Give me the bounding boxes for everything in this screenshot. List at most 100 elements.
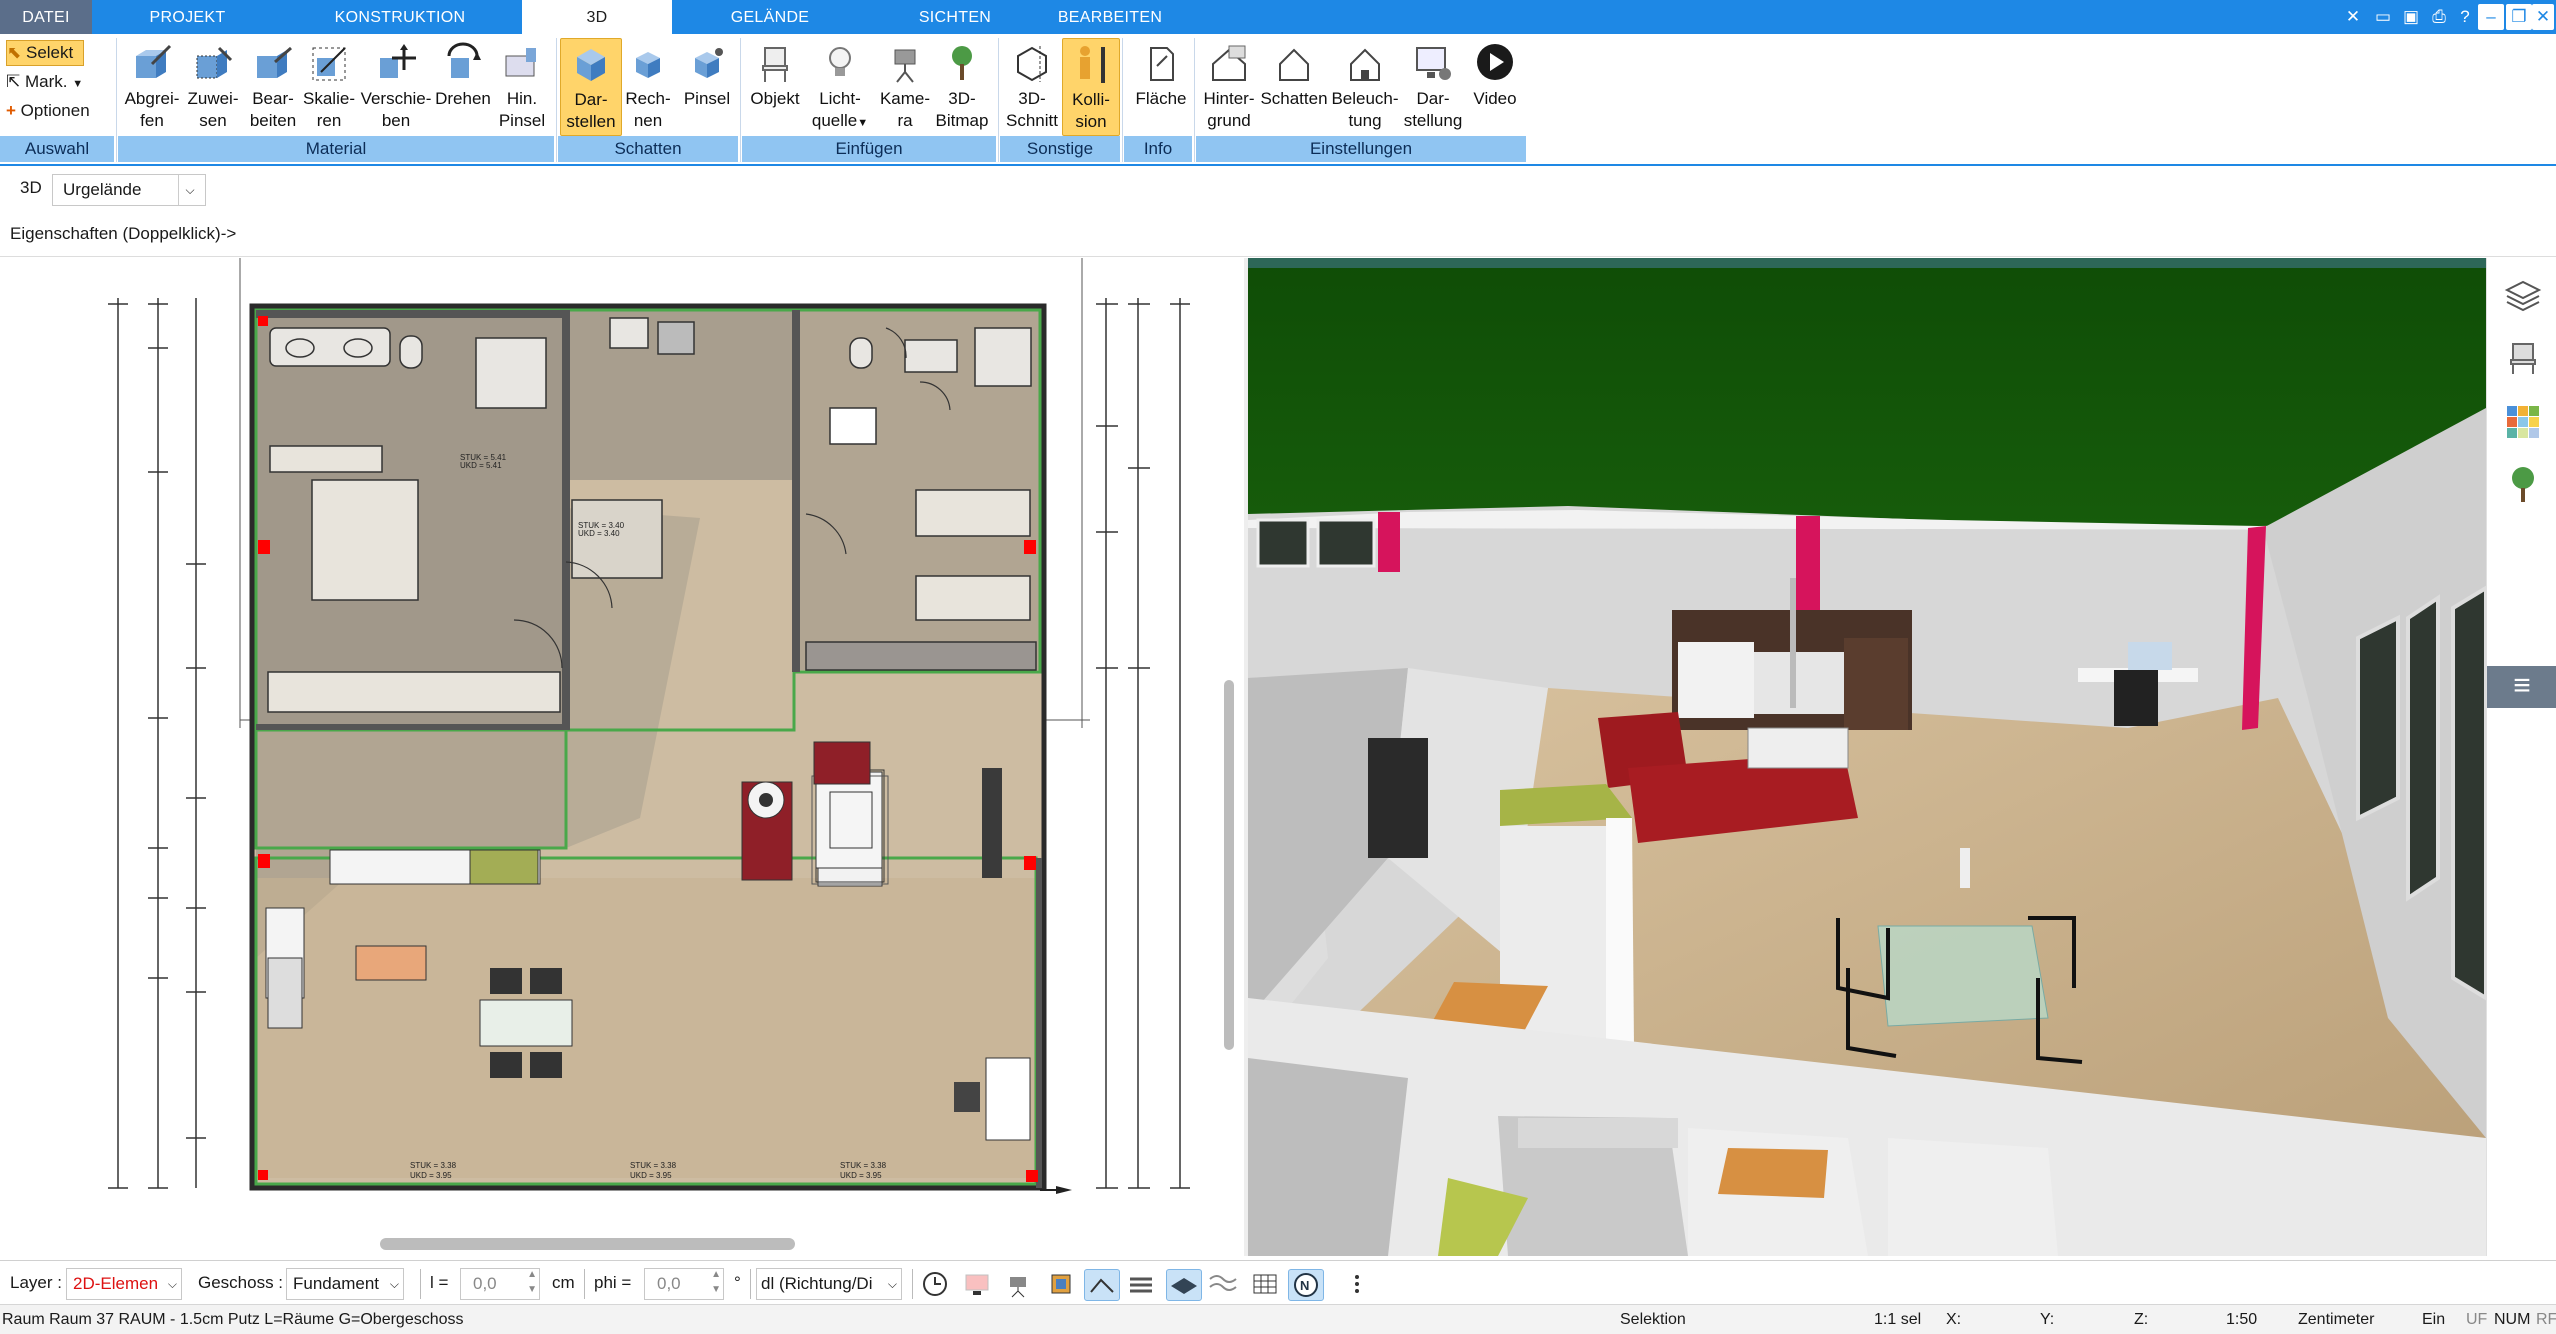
3d-render: [1248, 258, 2486, 1256]
phi-unit: °: [734, 1273, 741, 1292]
pattern-icon[interactable]: [1124, 1269, 1158, 1299]
floor-plan-view[interactable]: STUK = 3.38 UKD = 3.95 STUK = 3.38 UKD =…: [0, 258, 1248, 1230]
minimize-icon[interactable]: –: [2478, 4, 2504, 30]
pinsel-button[interactable]: Pinsel: [676, 38, 738, 134]
folder-icon[interactable]: ▭: [2370, 4, 2396, 30]
status-uf: UF: [2466, 1311, 2488, 1328]
status-message: Raum Raum 37 RAUM - 1.5cm Putz L=Räume G…: [2, 1311, 464, 1328]
kollision-button[interactable]: Kolli-sion: [1062, 38, 1120, 136]
l-label: l =: [430, 1273, 449, 1292]
darstellung-button[interactable]: Dar-stellung: [1400, 38, 1466, 134]
bearbeiten-button[interactable]: Bear-beiten: [242, 38, 304, 134]
abgreifen-button[interactable]: Abgrei-fen: [120, 38, 184, 134]
restore-icon[interactable]: ❐: [2506, 4, 2532, 30]
lichtquelle-button[interactable]: Licht-quelle▼: [806, 38, 874, 134]
line-tool-icon[interactable]: [1084, 1269, 1120, 1301]
plan-label: UKD = 3.40: [578, 529, 620, 538]
drehen-button[interactable]: Drehen: [428, 38, 498, 134]
horizontal-scrollbar[interactable]: [380, 1238, 795, 1250]
menu-handle[interactable]: ≡: [2487, 666, 2556, 708]
verschieben-button[interactable]: Verschie-ben: [358, 38, 434, 134]
l-stepper[interactable]: 0,0 ▲ ▼: [460, 1268, 540, 1300]
materials-icon[interactable]: [2503, 402, 2543, 442]
input-toolbar: Layer : 2D-Elemen ⌵ Geschoss : Fundament…: [0, 1260, 2556, 1305]
clock-icon[interactable]: [918, 1269, 952, 1299]
tools-icon[interactable]: ✕: [2340, 4, 2366, 30]
camera-icon: [894, 49, 916, 83]
camera-icon[interactable]: [1002, 1269, 1036, 1299]
flaeche-button[interactable]: Fläche: [1128, 38, 1194, 134]
group-einstellungen: Einstellungen: [1196, 136, 1526, 162]
rechnen-button[interactable]: Rech-nen: [620, 38, 676, 134]
calc-cube-icon: [636, 52, 660, 78]
phi-label: phi =: [594, 1273, 632, 1292]
mark-button[interactable]: ⇱ Mark. ▼: [6, 70, 96, 94]
geschoss-select[interactable]: Fundament ⌵: [286, 1268, 404, 1300]
chevron-down-icon: ▼: [857, 117, 869, 129]
chevron-down-icon: ▼: [72, 78, 84, 90]
objekt-button[interactable]: Objekt: [744, 38, 806, 134]
tab-3d[interactable]: 3D: [522, 0, 672, 35]
mark-icon: ⇱: [6, 72, 21, 91]
hin-pinsel-button[interactable]: Hin. Pinsel: [492, 38, 552, 134]
plan-label: STUK = 3.38: [630, 1161, 677, 1170]
zuweisen-button[interactable]: Zuwei-sen: [182, 38, 244, 134]
layer-select[interactable]: 2D-Elemen ⌵: [66, 1268, 182, 1300]
status-selection: 1:1 sel: [1874, 1311, 1922, 1328]
3d-view[interactable]: [1248, 258, 2486, 1256]
layers-icon[interactable]: [2503, 276, 2543, 316]
close-icon[interactable]: ✕: [2532, 4, 2554, 30]
monitor-icon[interactable]: [960, 1269, 994, 1299]
help-icon[interactable]: ?: [2452, 4, 2478, 30]
darstellen-button[interactable]: Dar-stellen: [560, 38, 622, 136]
video-button[interactable]: Video: [1466, 38, 1524, 134]
vertical-scrollbar[interactable]: [1224, 680, 1234, 1050]
stepper-arrows-icon: ▲ ▼: [711, 1269, 721, 1295]
brush-monitor-icon: [505, 48, 536, 77]
view-mode-label: 3D: [20, 178, 42, 197]
direction-select[interactable]: dl (Richtung/Di ⌵: [756, 1268, 902, 1300]
terrain-select[interactable]: Urgelände ⌵: [52, 174, 206, 206]
phi-stepper[interactable]: 0,0 ▲ ▼: [644, 1268, 724, 1300]
kamera-button[interactable]: Kame-ra: [874, 38, 936, 134]
print-icon[interactable]: ⎙: [2426, 4, 2452, 30]
north-icon[interactable]: N: [1288, 1269, 1324, 1301]
house-shadow-icon: [1279, 48, 1309, 81]
status-scale: 1:50: [2226, 1311, 2258, 1328]
status-rf: RF: [2536, 1311, 2556, 1328]
tab-sichten[interactable]: SICHTEN: [890, 0, 1020, 34]
status-y: Y:: [2040, 1311, 2055, 1328]
properties-hint[interactable]: Eigenschaften (Doppelklick)->: [0, 216, 250, 254]
plan-label: UKD = 3.95: [630, 1171, 672, 1180]
bitmap3d-button[interactable]: 3D- Bitmap: [930, 38, 994, 134]
tab-datei[interactable]: DATEI: [0, 0, 92, 34]
tab-konstruktion[interactable]: KONSTRUKTION: [300, 0, 500, 34]
skalieren-button[interactable]: Skalie-ren: [298, 38, 360, 134]
plan-label: STUK = 3.38: [410, 1161, 457, 1170]
schatten-button[interactable]: Schatten: [1258, 38, 1330, 134]
schnitt3d-button[interactable]: 3D- Schnitt: [1002, 38, 1062, 134]
optionen-button[interactable]: + Optionen: [6, 99, 106, 123]
tab-bearbeiten[interactable]: BEARBEITEN: [1040, 0, 1180, 34]
layer-fill-icon[interactable]: [1166, 1269, 1202, 1301]
render-cube-icon: [577, 49, 605, 81]
person-wall-icon: [1080, 46, 1105, 83]
cube-stack-icon[interactable]: [1044, 1269, 1078, 1299]
wave-icon[interactable]: [1206, 1269, 1240, 1299]
more-options-icon[interactable]: [1340, 1269, 1374, 1299]
tab-gelaende[interactable]: GELÄNDE: [700, 0, 840, 34]
l-unit: cm: [552, 1273, 575, 1292]
hintergrund-button[interactable]: Hinter-grund: [1198, 38, 1260, 134]
tree-icon[interactable]: [2503, 464, 2543, 504]
save-icon[interactable]: ▣: [2398, 4, 2424, 30]
tab-projekt[interactable]: PROJEKT: [110, 0, 265, 34]
grid-icon[interactable]: [1248, 1269, 1282, 1299]
chair-icon[interactable]: [2503, 338, 2543, 378]
floor-plan-drawing: STUK = 3.38 UKD = 3.95 STUK = 3.38 UKD =…: [108, 258, 1190, 1194]
plan-label: STUK = 3.38: [840, 1161, 887, 1170]
chevron-down-icon: ⌵: [178, 175, 201, 205]
tree-icon: [952, 46, 972, 80]
view-toolbar: 3D Urgelände ⌵: [0, 170, 2556, 214]
selekt-button[interactable]: ⬉ Selekt: [6, 40, 84, 66]
beleuchtung-button[interactable]: Beleuch-tung: [1330, 38, 1400, 134]
